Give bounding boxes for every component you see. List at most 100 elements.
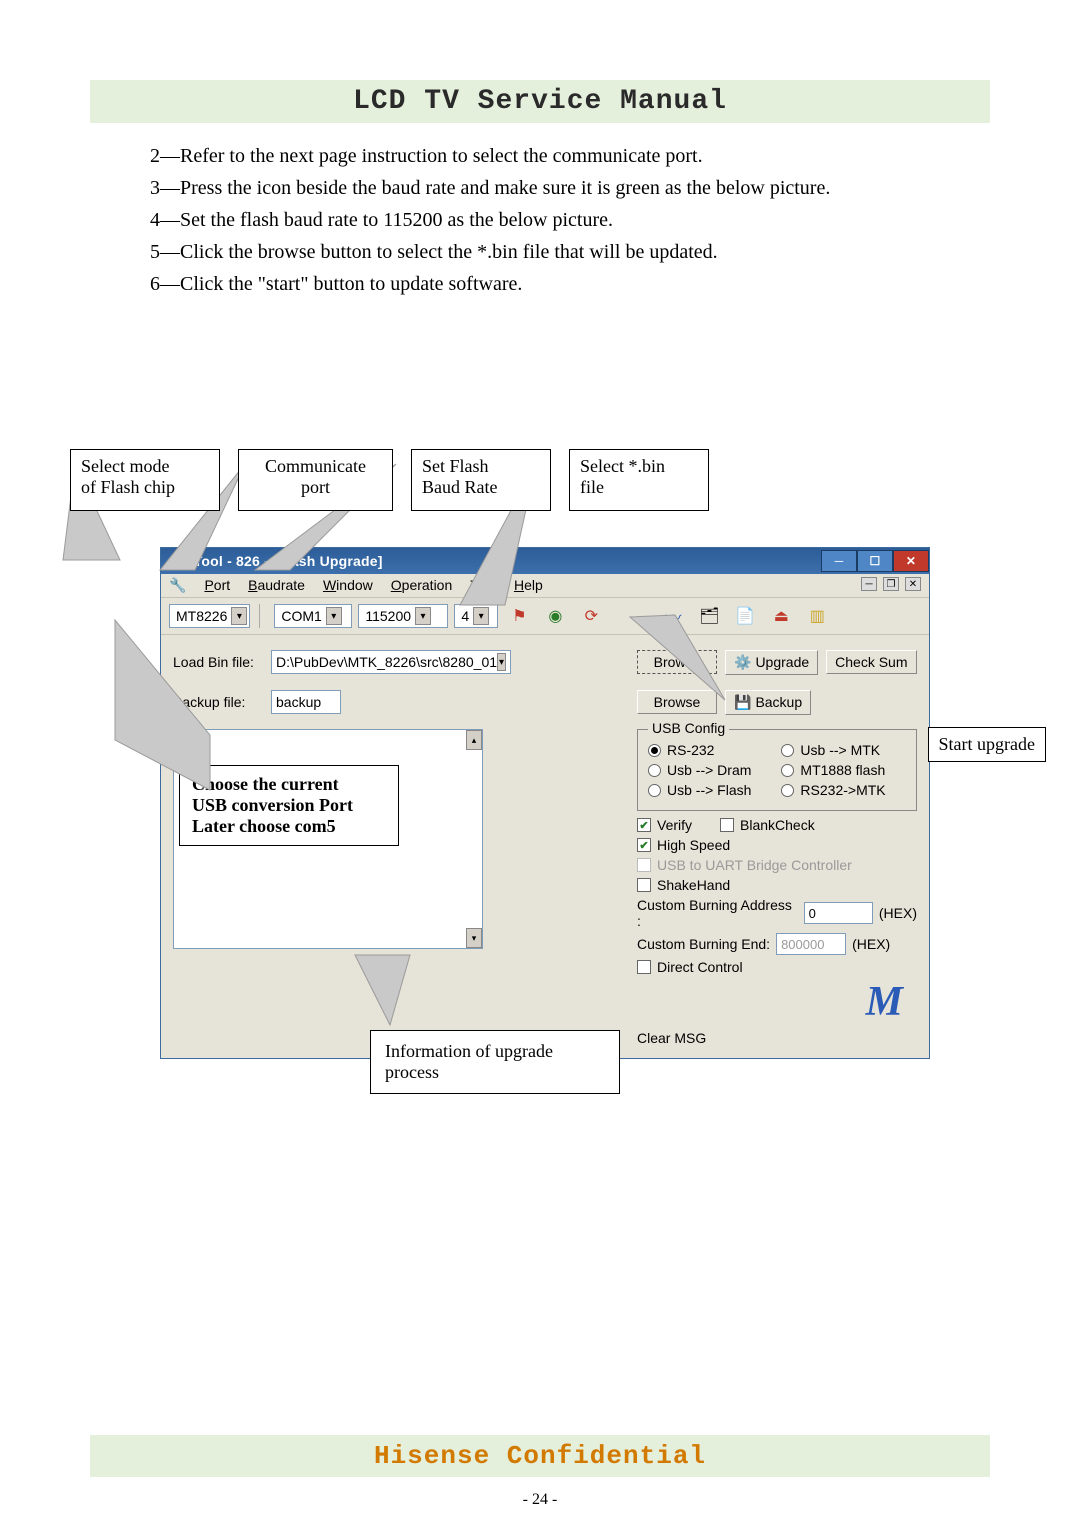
checkbox-label: Direct Control	[657, 959, 743, 975]
menu-port[interactable]: Port	[204, 577, 230, 594]
backup-label: Backup	[755, 694, 802, 710]
chevron-down-icon[interactable]: ▾	[326, 607, 342, 625]
checkbox-icon	[637, 960, 651, 974]
com-port-select[interactable]: COM1 ▾	[274, 604, 352, 628]
load-bin-label: Load Bin file:	[173, 654, 263, 670]
callout-info-process: Information of upgrade process	[370, 1030, 620, 1094]
checkbox-usb-uart[interactable]: USB to UART Bridge Controller	[637, 857, 852, 873]
window-title: MtkTool - 826 - [Flash Upgrade]	[169, 553, 383, 569]
radio-label: Usb --> MTK	[800, 742, 880, 758]
burn-addr-input[interactable]: 0	[804, 902, 873, 924]
close-button[interactable]: ✕	[893, 550, 929, 572]
extra-value: 4	[461, 608, 469, 624]
exit-icon[interactable]: ⏏	[766, 602, 796, 630]
backup-button[interactable]: 💾 Backup	[725, 690, 811, 715]
vga-icon[interactable]: ▥	[802, 602, 832, 630]
burn-end-value: 800000	[781, 937, 824, 952]
baud-rate-value: 115200	[365, 608, 411, 624]
callout-communicate-port: Communicate port	[238, 449, 393, 511]
callout-text: Select mode	[81, 456, 209, 477]
checkbox-highspeed[interactable]: ✔High Speed	[637, 837, 730, 853]
upgrade-button[interactable]: ⚙️ Upgrade	[725, 650, 818, 675]
radio-label: Usb --> Flash	[667, 782, 751, 798]
wave-icon[interactable]: 〰	[658, 602, 688, 630]
page-title: LCD TV Service Manual	[90, 80, 990, 123]
divider	[259, 604, 265, 628]
radio-label: RS232->MTK	[800, 782, 885, 798]
instruction-item: 3—Press the icon beside the baud rate an…	[150, 173, 990, 203]
minimize-button[interactable]: ─	[821, 550, 857, 572]
backup-file-value: backup	[276, 694, 321, 710]
callout-text: Start upgrade	[939, 734, 1035, 754]
backup-file-label: Backup file:	[173, 694, 263, 710]
checkbox-label: ShakeHand	[657, 877, 730, 893]
chip-model-select[interactable]: MT8226 ▾	[169, 604, 250, 628]
child-close-button[interactable]: ✕	[905, 577, 921, 591]
radio-label: MT1888 flash	[800, 762, 885, 778]
gear-icon: ⚙️	[734, 654, 751, 671]
callout-text: Baud Rate	[422, 477, 540, 498]
hex-label: (HEX)	[879, 905, 917, 921]
radio-icon	[648, 784, 661, 797]
radio-rs232[interactable]: RS-232	[648, 742, 751, 758]
menu-help[interactable]: Help	[514, 577, 543, 594]
scroll-down-icon[interactable]: ▾	[466, 928, 482, 948]
usb-config-legend: USB Config	[648, 720, 729, 736]
maximize-button[interactable]: ☐	[857, 550, 893, 572]
burn-end-input[interactable]: 800000	[776, 933, 846, 955]
hex-label: (HEX)	[852, 936, 890, 952]
instruction-list: 2—Refer to the next page instruction to …	[150, 141, 990, 299]
connect-icon[interactable]: ◉	[540, 602, 570, 630]
menu-tool[interactable]: Tool	[470, 577, 496, 594]
radio-mt1888[interactable]: MT1888 flash	[781, 762, 885, 778]
callout-usb-port: Choose the current USB conversion Port L…	[179, 765, 399, 846]
menu-baudrate[interactable]: Baudrate	[248, 577, 305, 594]
menu-operation[interactable]: Operation	[391, 577, 452, 594]
child-restore-button[interactable]: ❐	[883, 577, 899, 591]
scroll-up-icon[interactable]: ▴	[466, 730, 482, 750]
status-icon[interactable]: ⚑	[504, 602, 534, 630]
checkbox-verify[interactable]: ✔Verify	[637, 817, 692, 833]
burn-end-label: Custom Burning End:	[637, 936, 770, 952]
browse-bin-button[interactable]: Browse	[637, 650, 717, 674]
browse-backup-button[interactable]: Browse	[637, 690, 717, 714]
checkbox-icon: ✔	[637, 818, 651, 832]
child-minimize-button[interactable]: ─	[861, 577, 877, 591]
radio-icon	[781, 764, 794, 777]
chevron-down-icon[interactable]: ▾	[415, 607, 431, 625]
checkbox-icon	[637, 878, 651, 892]
radio-usb-mtk[interactable]: Usb --> MTK	[781, 742, 885, 758]
load-bin-input[interactable]: D:\PubDev\MTK_8226\src\8280_01 ▾	[271, 650, 511, 674]
extra-select[interactable]: 4 ▾	[454, 604, 498, 628]
page-number: - 24 -	[0, 1491, 1080, 1509]
checksum-button[interactable]: Check Sum	[826, 650, 916, 674]
callout-text: file	[580, 477, 698, 498]
radio-icon	[648, 744, 661, 757]
chevron-down-icon[interactable]: ▾	[473, 607, 489, 625]
profile-icon[interactable]: 🗂	[694, 602, 724, 630]
callout-text: Later choose com5	[192, 816, 386, 837]
radio-usb-flash[interactable]: Usb --> Flash	[648, 782, 751, 798]
chip-model-value: MT8226	[176, 608, 227, 624]
radio-rs232-mtk[interactable]: RS232->MTK	[781, 782, 885, 798]
chevron-down-icon[interactable]: ▾	[231, 607, 247, 625]
folder-icon[interactable]: 📄	[730, 602, 760, 630]
menu-bar: 🔧 Port Baudrate Window Operation Tool He…	[161, 574, 929, 598]
upgrade-label: Upgrade	[755, 654, 809, 670]
checkbox-direct-control[interactable]: Direct Control	[637, 959, 917, 975]
reload-icon[interactable]: ⟳	[576, 602, 606, 630]
usb-config-group: USB Config RS-232 Usb --> Dram Usb --> F…	[637, 729, 917, 811]
baud-rate-select[interactable]: 115200 ▾	[358, 604, 448, 628]
callout-text: Communicate	[249, 456, 382, 477]
checkbox-icon	[720, 818, 734, 832]
checkbox-shakehand[interactable]: ShakeHand	[637, 877, 730, 893]
menu-window[interactable]: Window	[323, 577, 373, 594]
callout-text: process	[385, 1062, 605, 1083]
backup-file-input[interactable]: backup	[271, 690, 341, 714]
radio-usb-dram[interactable]: Usb --> Dram	[648, 762, 751, 778]
callout-text: Select *.bin	[580, 456, 698, 477]
burn-addr-value: 0	[809, 906, 816, 921]
chevron-down-icon[interactable]: ▾	[497, 653, 506, 671]
footer-confidential: Hisense Confidential	[90, 1435, 990, 1477]
checkbox-blankcheck[interactable]: BlankCheck	[720, 817, 815, 833]
